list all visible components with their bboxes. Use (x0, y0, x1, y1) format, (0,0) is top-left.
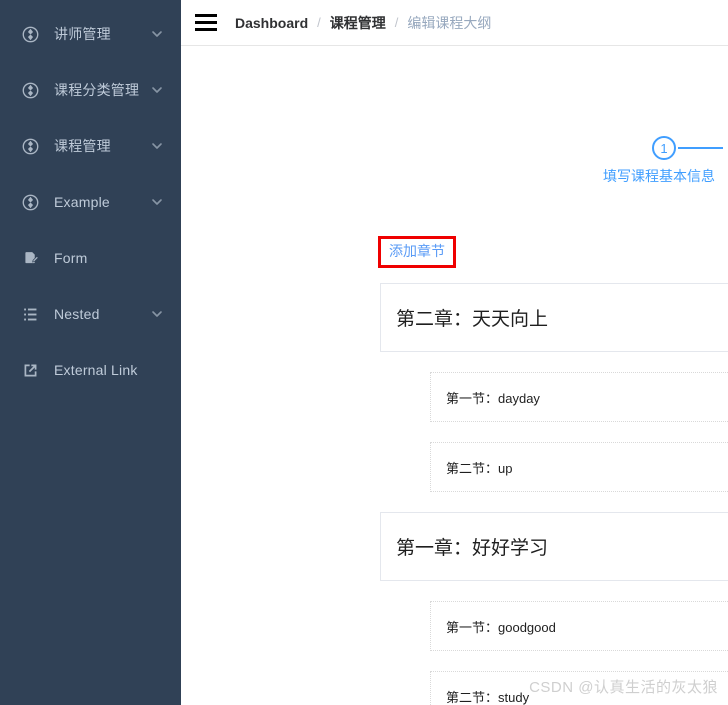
chapter-list: 第二章：天天向上 第一节：dayday 第二节：up 第一章：好好学习 第一节：… (380, 283, 728, 705)
section-item[interactable]: 第一节：goodgood (430, 601, 728, 651)
breadcrumb-item-course-management[interactable]: 课程管理 (330, 13, 386, 33)
sidebar-item-label: 课程分类管理 (54, 82, 140, 98)
sidebar-item-label: Example (54, 194, 110, 210)
sidebar-item-label: 讲师管理 (54, 26, 111, 42)
breadcrumb-item-dashboard[interactable]: Dashboard (235, 15, 308, 31)
chevron-down-icon (149, 194, 165, 210)
form-document-icon (20, 248, 40, 268)
sidebar: 讲师管理 课程分类管理 课程管理 Example Form Nested Ext… (0, 0, 181, 705)
chapter-title[interactable]: 第二章：天天向上 (380, 283, 728, 352)
add-chapter-highlight-box: 添加章节 (378, 236, 456, 268)
sidebar-item-course-category-management[interactable]: 课程分类管理 (0, 62, 181, 118)
steps-bar: 1 填写课程基本信息 (201, 118, 728, 198)
sidebar-item-external-link[interactable]: External Link (0, 342, 181, 398)
step-1-circle: 1 (652, 136, 676, 160)
sidebar-item-label: 课程管理 (54, 138, 111, 154)
chevron-down-icon (149, 138, 165, 154)
chevron-down-icon (149, 82, 165, 98)
nav-circle-icon (20, 80, 40, 100)
sidebar-item-example[interactable]: Example (0, 174, 181, 230)
hamburger-bar (195, 21, 217, 24)
breadcrumb-separator: / (394, 15, 399, 30)
breadcrumb: Dashboard / 课程管理 / 编辑课程大纲 (235, 13, 491, 33)
section-list: 第一节：goodgood 第二节：study (380, 601, 728, 705)
step-1-title: 填写课程基本信息 (603, 168, 715, 184)
top-navbar: Dashboard / 课程管理 / 编辑课程大纲 (181, 0, 728, 46)
chapter-item: 第二章：天天向上 第一节：dayday 第二节：up (380, 283, 728, 492)
sidebar-item-nested[interactable]: Nested (0, 286, 181, 342)
section-item[interactable]: 第二节：study (430, 671, 728, 705)
nav-circle-icon (20, 192, 40, 212)
section-item[interactable]: 第二节：up (430, 442, 728, 492)
sidebar-item-label: External Link (54, 362, 138, 378)
chevron-down-icon (149, 306, 165, 322)
sidebar-item-label: Form (54, 250, 88, 266)
breadcrumb-item-current: 编辑课程大纲 (407, 14, 492, 31)
sidebar-item-label: Nested (54, 306, 100, 322)
step-1-connector-line (678, 147, 723, 149)
main-container: Dashboard / 课程管理 / 编辑课程大纲 1 填写课程基本信息 添加章… (181, 0, 728, 705)
nav-circle-icon (20, 24, 40, 44)
section-item[interactable]: 第一节：dayday (430, 372, 728, 422)
chapter-item: 第一章：好好学习 第一节：goodgood 第二节：study (380, 512, 728, 705)
app-root: 讲师管理 课程分类管理 课程管理 Example Form Nested Ext… (0, 0, 728, 705)
nav-circle-icon (20, 136, 40, 156)
nested-list-icon (20, 304, 40, 324)
sidebar-item-form[interactable]: Form (0, 230, 181, 286)
external-link-icon (20, 360, 40, 380)
sidebar-item-teacher-management[interactable]: 讲师管理 (0, 6, 181, 62)
breadcrumb-separator: / (317, 15, 321, 30)
chapter-title[interactable]: 第一章：好好学习 (380, 512, 728, 581)
hamburger-bar (195, 14, 217, 17)
hamburger-bar (195, 28, 217, 31)
hamburger-menu-icon[interactable] (195, 13, 217, 33)
add-chapter-button[interactable]: 添加章节 (389, 243, 445, 259)
sidebar-item-course-management[interactable]: 课程管理 (0, 118, 181, 174)
chevron-down-icon (149, 26, 165, 42)
section-list: 第一节：dayday 第二节：up (380, 372, 728, 492)
